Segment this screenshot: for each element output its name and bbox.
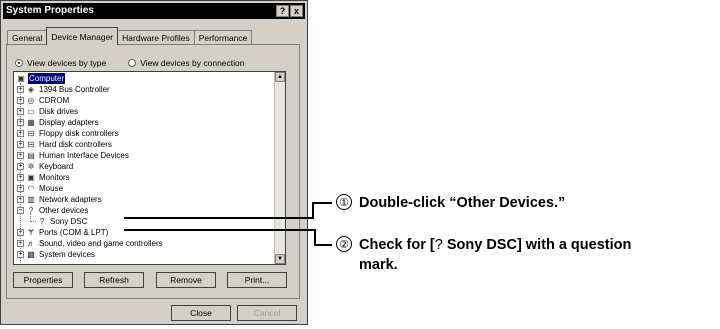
- callout-text: Double-click “Other Devices.”: [359, 195, 566, 211]
- title-bar[interactable]: System Properties ? x: [3, 3, 305, 19]
- sound-icon: ♬: [27, 239, 35, 248]
- keyboard-icon: ✲: [27, 162, 35, 171]
- step-number: ②: [336, 236, 352, 252]
- tree-item-label: CDROM: [39, 96, 70, 105]
- leader-line-1: [124, 217, 314, 219]
- tab-performance[interactable]: Performance: [193, 30, 253, 45]
- leader-line-2-end: [314, 244, 332, 246]
- expand-icon[interactable]: +: [17, 119, 24, 126]
- radio-view-by-connection[interactable]: View devices by connection: [128, 58, 245, 68]
- question-icon: ?: [434, 237, 443, 253]
- system-icon: ▩: [27, 250, 35, 259]
- expand-icon[interactable]: +: [17, 86, 24, 93]
- tree-item-label: Hard disk controllers: [39, 140, 112, 149]
- expand-icon[interactable]: +: [17, 240, 24, 247]
- tree-item-label: Sound, video and game controllers: [39, 239, 163, 248]
- tree-item-label: Disk drives: [39, 107, 79, 116]
- cancel-button[interactable]: Cancel: [237, 305, 297, 321]
- tree-connector: [30, 221, 36, 222]
- callout-text: Sony DSC] with a question: [442, 237, 632, 253]
- callout-text: mark.: [359, 257, 398, 273]
- collapse-icon[interactable]: −: [17, 207, 24, 214]
- properties-button[interactable]: Properties: [13, 272, 73, 288]
- hid-icon: ▤: [27, 151, 35, 160]
- tree-connector: [30, 213, 31, 221]
- tree-item-computer-label: Computer: [28, 73, 66, 84]
- refresh-button[interactable]: Refresh: [84, 272, 144, 288]
- tree-item-label: Display adapters: [39, 118, 99, 127]
- expand-icon[interactable]: +: [17, 251, 24, 258]
- tab-general[interactable]: General: [7, 30, 48, 45]
- tab-hardware-profiles[interactable]: Hardware Profiles: [117, 30, 195, 45]
- callout-step-1: ① Double-click “Other Devices.”: [336, 194, 565, 211]
- port-icon: Ɏ: [28, 228, 34, 237]
- view-options: View devices by type View devices by con…: [15, 58, 245, 68]
- window-title: System Properties: [6, 5, 94, 16]
- leader-line-2: [124, 229, 316, 231]
- expand-icon[interactable]: +: [17, 141, 24, 148]
- display-icon: ▦: [27, 118, 35, 127]
- leader-line-1-end: [312, 202, 332, 204]
- tree-item-label: 1394 Bus Controller: [39, 85, 110, 94]
- expand-icon[interactable]: +: [17, 108, 24, 115]
- radio-view-by-connection-label: View devices by connection: [140, 58, 245, 68]
- expand-icon[interactable]: +: [17, 130, 24, 137]
- callout-step-2: ② Check for [? Sony DSC] with a question: [336, 236, 631, 253]
- harddisk-icon: ⊟: [27, 140, 35, 149]
- print-button[interactable]: Print...: [227, 272, 287, 288]
- tree-item-label: Other devices: [39, 206, 89, 215]
- radio-unselected-icon: [128, 59, 137, 67]
- floppy-icon: ⊟: [27, 129, 35, 138]
- mouse-icon: ◠: [27, 184, 35, 193]
- vertical-scrollbar[interactable]: ▲ ▼: [274, 72, 285, 264]
- expand-icon[interactable]: +: [17, 196, 24, 203]
- tree-item-label: Human Interface Devices: [39, 151, 129, 160]
- scroll-up-icon[interactable]: ▲: [275, 72, 285, 82]
- expand-icon[interactable]: +: [17, 229, 24, 236]
- question-icon: ?: [39, 217, 45, 226]
- system-properties-window: System Properties ? x General Device Man…: [0, 0, 308, 325]
- close-window-button[interactable]: x: [290, 5, 303, 17]
- remove-button[interactable]: Remove: [156, 272, 216, 288]
- tree-item-label: Ports (COM & LPT): [39, 228, 109, 237]
- device-tree[interactable]: ▣ Computer + ◈ 1394 Bus Controller + ◎ C…: [13, 71, 286, 265]
- tab-strip: General Device Manager Hardware Profiles…: [7, 27, 253, 45]
- tree-item-label: Keyboard: [39, 162, 74, 171]
- leader-line-1-vertical: [312, 202, 314, 219]
- callout-text: Check for [: [359, 237, 435, 253]
- tree-item-label: Network adapters: [39, 195, 102, 204]
- help-button[interactable]: ?: [276, 5, 289, 17]
- tree-item-label: System devices: [39, 250, 96, 259]
- tree-item-label: Mouse: [39, 184, 64, 193]
- scroll-down-icon[interactable]: ▼: [275, 254, 285, 264]
- step-number: ①: [336, 194, 352, 210]
- radio-selected-icon: [15, 59, 23, 67]
- monitor-icon: ▣: [27, 173, 35, 182]
- tab-device-manager[interactable]: Device Manager: [46, 27, 119, 45]
- tree-item-label: Floppy disk controllers: [39, 129, 119, 138]
- network-icon: ▥: [27, 195, 35, 204]
- expand-icon[interactable]: +: [17, 185, 24, 192]
- close-button[interactable]: Close: [171, 305, 231, 321]
- disk-icon: ▭: [27, 107, 35, 116]
- expand-icon[interactable]: +: [17, 152, 24, 159]
- cdrom-icon: ◎: [27, 96, 35, 105]
- radio-view-by-type[interactable]: View devices by type: [15, 58, 106, 68]
- expand-icon[interactable]: +: [17, 174, 24, 181]
- expand-icon[interactable]: +: [17, 97, 24, 104]
- bus-icon: ◈: [27, 85, 35, 94]
- expand-icon[interactable]: +: [17, 163, 24, 170]
- tree-item-label: Monitors: [39, 173, 70, 182]
- computer-icon: ▣: [17, 74, 25, 83]
- tree-item-label: Sony DSC: [50, 217, 88, 226]
- radio-view-by-type-label: View devices by type: [27, 58, 107, 68]
- callout-step-2-line2: mark.: [359, 257, 398, 273]
- question-icon: ?: [28, 206, 34, 215]
